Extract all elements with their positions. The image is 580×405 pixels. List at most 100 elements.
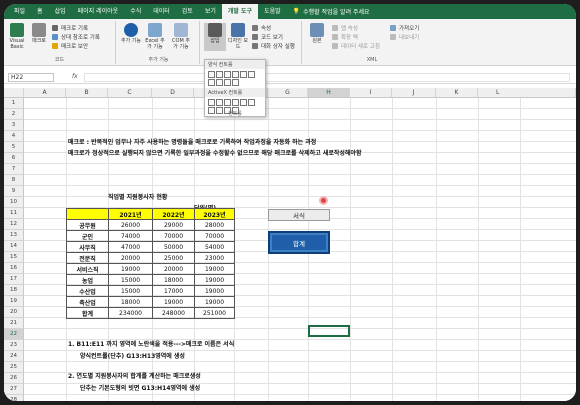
tab-insert[interactable]: 삽입 <box>49 4 72 19</box>
column-header-k[interactable]: K <box>436 88 478 98</box>
controls-group-label: 컨트롤 <box>228 111 242 117</box>
row-header-23[interactable]: 23 <box>4 340 24 351</box>
spinner-control-icon[interactable] <box>232 71 239 78</box>
expansion-packs-button[interactable]: 확장 팩 <box>332 33 358 41</box>
row-header-9[interactable]: 9 <box>4 186 24 197</box>
ax-combobox-icon[interactable] <box>216 99 223 106</box>
table-value-cell[interactable]: 248000 <box>152 307 195 319</box>
row-header-8[interactable]: 8 <box>4 175 24 186</box>
column-header-l[interactable]: L <box>478 88 576 98</box>
row-header-22[interactable]: 22 <box>4 329 24 340</box>
row-header-6[interactable]: 6 <box>4 153 24 164</box>
properties-button[interactable]: 속성 <box>252 24 271 32</box>
listbox-control-icon[interactable] <box>240 71 247 78</box>
tab-help[interactable]: 도움말 <box>258 4 287 19</box>
row-header-17[interactable]: 17 <box>4 274 24 285</box>
design-mode-button[interactable]: 디자인 모드 <box>227 23 249 50</box>
tab-home[interactable]: 홈 <box>31 4 49 19</box>
name-box[interactable]: H22 <box>8 73 54 82</box>
insert-control-button[interactable]: 삽입 <box>204 23 226 51</box>
row-header-11[interactable]: 11 <box>4 208 24 219</box>
export-button[interactable]: 내보내기 <box>390 33 419 41</box>
row-header-24[interactable]: 24 <box>4 351 24 362</box>
table-value-cell[interactable]: 234000 <box>108 307 153 319</box>
table-value-cell[interactable]: 251000 <box>194 307 235 319</box>
row-header-10[interactable]: 10 <box>4 197 24 208</box>
tab-page-layout[interactable]: 페이지 레이아웃 <box>72 4 125 19</box>
warning-icon <box>52 43 58 49</box>
xml-source-button[interactable]: 원본 <box>306 23 328 44</box>
combobox-control-icon[interactable] <box>216 71 223 78</box>
tab-formulas[interactable]: 수식 <box>124 4 147 19</box>
ax-listbox-icon[interactable] <box>232 99 239 106</box>
column-header-a[interactable]: A <box>24 88 66 98</box>
row-header-5[interactable]: 5 <box>4 142 24 153</box>
import-button[interactable]: 가져오기 <box>390 24 419 32</box>
row-header-7[interactable]: 7 <box>4 164 24 175</box>
ax-button-icon[interactable] <box>208 99 215 106</box>
tab-developer[interactable]: 개발 도구 <box>221 4 259 19</box>
row-header-12[interactable]: 12 <box>4 219 24 230</box>
tab-file[interactable]: 파일 <box>8 4 31 19</box>
row-header-20[interactable]: 20 <box>4 307 24 318</box>
scrollbar-control-icon[interactable] <box>224 79 231 86</box>
row-header-18[interactable]: 18 <box>4 285 24 296</box>
view-code-button[interactable]: 코드 보기 <box>252 33 283 41</box>
row-header-3[interactable]: 3 <box>4 120 24 131</box>
ax-scrollbar-icon[interactable] <box>248 99 255 106</box>
run-dialog-button[interactable]: 대화 상자 실행 <box>252 42 295 50</box>
option-control-icon[interactable] <box>248 71 255 78</box>
column-header-g[interactable]: G <box>268 88 308 98</box>
visual-basic-button[interactable]: Visual Basic <box>6 23 28 50</box>
relative-reference-button[interactable]: 상대 참조로 기록 <box>52 33 100 41</box>
column-header-i[interactable]: I <box>350 88 392 98</box>
row-header-28[interactable]: 28 <box>4 395 24 401</box>
groupbox-control-icon[interactable] <box>208 79 215 86</box>
format-macro-button[interactable]: 서식 <box>268 209 330 221</box>
addins-button[interactable]: 추가 기능 <box>120 23 142 44</box>
column-header-c[interactable]: C <box>108 88 152 98</box>
total-macro-button[interactable]: 합계 <box>268 231 330 254</box>
column-header-j[interactable]: J <box>392 88 436 98</box>
map-properties-button[interactable]: 맵 속성 <box>332 24 358 32</box>
excel-addins-button[interactable]: Excel 추가 기능 <box>144 23 166 50</box>
formula-input[interactable] <box>84 73 570 82</box>
macro-security-button[interactable]: 매크로 보안 <box>52 42 88 50</box>
tab-view[interactable]: 보기 <box>199 4 222 19</box>
row-header-15[interactable]: 15 <box>4 252 24 263</box>
select-all-corner[interactable] <box>4 88 24 98</box>
macro-button[interactable]: 매크로 <box>28 23 50 44</box>
fx-icon[interactable]: fx <box>72 73 78 80</box>
column-header-b[interactable]: B <box>66 88 108 98</box>
column-header-d[interactable]: D <box>152 88 194 98</box>
selected-cell[interactable] <box>308 325 350 337</box>
ax-textbox-icon[interactable] <box>240 99 247 106</box>
refresh-icon <box>332 43 338 49</box>
checkbox-control-icon[interactable] <box>224 71 231 78</box>
addins-group: 추가 기능 Excel 추가 기능 COM 추가 기능 추가 기능 <box>118 21 200 64</box>
tab-review[interactable]: 검토 <box>176 4 199 19</box>
row-header-4[interactable]: 4 <box>4 131 24 142</box>
row-header-13[interactable]: 13 <box>4 230 24 241</box>
tab-data[interactable]: 데이터 <box>147 4 176 19</box>
label-control-icon[interactable] <box>216 79 223 86</box>
row-header-2[interactable]: 2 <box>4 109 24 120</box>
row-header-27[interactable]: 27 <box>4 384 24 395</box>
row-header-21[interactable]: 21 <box>4 318 24 329</box>
com-addins-button[interactable]: COM 추가 기능 <box>170 23 192 50</box>
row-header-25[interactable]: 25 <box>4 362 24 373</box>
textfield-control-icon[interactable] <box>232 79 239 86</box>
row-header-14[interactable]: 14 <box>4 241 24 252</box>
button-control-icon[interactable] <box>208 71 215 78</box>
table-row-label[interactable]: 합계 <box>66 307 109 319</box>
row-header-16[interactable]: 16 <box>4 263 24 274</box>
ax-checkbox-icon[interactable] <box>224 99 231 106</box>
record-macro-button[interactable]: 매크로 기록 <box>52 24 88 32</box>
tell-me-box[interactable]: 💡 수행할 작업을 알려 주세요 <box>293 7 370 16</box>
formula-bar: H22 fx <box>4 71 576 84</box>
row-header-1[interactable]: 1 <box>4 98 24 109</box>
row-header-19[interactable]: 19 <box>4 296 24 307</box>
row-header-26[interactable]: 26 <box>4 373 24 384</box>
column-header-h[interactable]: H <box>308 88 350 98</box>
refresh-data-button[interactable]: 데이터 새로 고침 <box>332 42 380 50</box>
